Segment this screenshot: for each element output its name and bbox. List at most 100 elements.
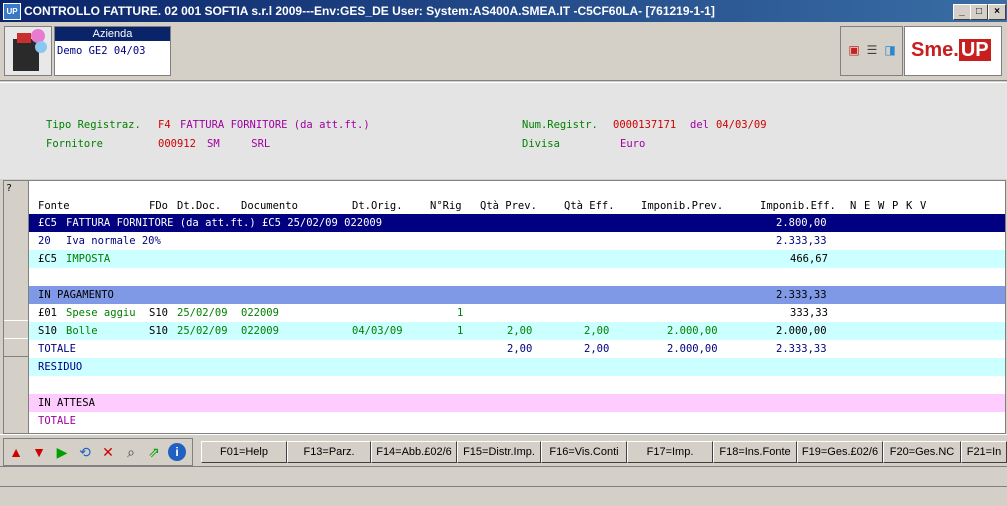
fkey-f01-button[interactable]: F01=Help (201, 441, 287, 463)
col-nrig[interactable]: N°Rig (430, 200, 462, 212)
table-row[interactable] (29, 268, 1005, 286)
cell-imponib-eff: 2.333,33 (776, 289, 827, 301)
table-row[interactable]: £C5 IMPOSTA 466,67 (29, 250, 1005, 268)
table-row[interactable] (29, 376, 1005, 394)
del-value: 04/03/09 (716, 119, 767, 131)
refresh-icon[interactable]: ⟲ (76, 443, 94, 461)
arrow-up-icon[interactable]: ▲ (7, 443, 25, 461)
fkey-f16-button[interactable]: F16=Vis.Conti (541, 441, 627, 463)
book-icon[interactable]: ◨ (883, 43, 897, 57)
fkey-f17-button[interactable]: F17=Imp. (627, 441, 713, 463)
palette-icon[interactable]: ▣ (847, 43, 861, 57)
tipo-registraz-code: F4 (158, 119, 171, 131)
fkey-f15-button[interactable]: F15=Distr.Imp. (457, 441, 541, 463)
table-row[interactable]: 20 Iva normale 20% 2.333,33 (29, 232, 1005, 250)
cell-fdo: S10 (149, 325, 168, 337)
col-n[interactable]: N (850, 200, 856, 212)
cell-fonte: £C5 (38, 253, 57, 265)
cell-nrig: 1 (457, 325, 464, 337)
play-icon[interactable]: ▶ (53, 443, 71, 461)
table-row[interactable]: IN ATTESA (29, 394, 1005, 412)
fkey-f19-button[interactable]: F19=Ges.£02/6 (797, 441, 883, 463)
num-registr-label: Num.Registr. (522, 119, 598, 131)
cell-dtdoc: 25/02/09 (177, 325, 228, 337)
num-registr-value: 0000137171 (613, 119, 677, 131)
export-icon[interactable]: ⇗ (145, 443, 163, 461)
cell-fonte: IN PAGAMENTO (38, 289, 114, 301)
table-row[interactable]: £C5 FATTURA FORNITORE (da att.ft.) £C5 2… (29, 214, 1005, 232)
col-dtdoc[interactable]: Dt.Doc. (177, 200, 221, 212)
col-fonte[interactable]: Fonte (38, 200, 70, 212)
search-icon[interactable]: ⌕ (122, 443, 140, 461)
table-row[interactable]: S10 Bolle S10 25/02/09 022009 04/03/09 1… (29, 322, 1005, 340)
cell-imponib-eff: 2.800,00 (776, 217, 827, 229)
info-icon[interactable]: i (168, 443, 186, 461)
row-selector[interactable] (4, 338, 28, 357)
table-row[interactable]: RESIDUO (29, 358, 1005, 376)
azienda-panel: Azienda Demo GE2 04/03 (54, 26, 171, 76)
fkey-f13-button[interactable]: F13=Parz. (287, 441, 371, 463)
close-button[interactable]: × (988, 4, 1006, 20)
cell-qta-prev: 2,00 (507, 325, 533, 337)
col-imponib-prev[interactable]: Imponib.Prev. (641, 200, 723, 212)
cell-imponib-prev: 2.000,00 (667, 343, 718, 355)
col-imponib-eff[interactable]: Imponib.Eff. (760, 200, 836, 212)
col-w[interactable]: W (878, 200, 884, 212)
smeup-logo: Sme. UP (904, 26, 1002, 76)
col-fdo[interactable]: FDo (149, 200, 168, 212)
cell-nrig: 1 (457, 307, 464, 319)
fkey-f18-button[interactable]: F18=Ins.Fonte (713, 441, 797, 463)
divisa-label: Divisa (522, 138, 560, 150)
col-documento[interactable]: Documento (241, 200, 298, 212)
tipo-registraz-desc: FATTURA FORNITORE (da att.ft.) (180, 119, 370, 131)
maximize-button[interactable]: □ (970, 4, 988, 20)
fornitore-code: 000912 (158, 138, 196, 150)
cell-desc: IMPOSTA (66, 253, 111, 265)
cell-fonte: S10 (38, 325, 57, 337)
fkey-f14-button[interactable]: F14=Abb.£02/6 (371, 441, 457, 463)
header-band: Azienda Demo GE2 04/03 ▣ ☰ ◨ Sme. UP (0, 22, 1007, 81)
col-dtorig[interactable]: Dt.Orig. (352, 200, 403, 212)
cell-documento: 022009 (241, 325, 279, 337)
col-qta-prev[interactable]: Qtà Prev. (480, 200, 537, 212)
document-info-panel: Tipo Registraz. F4 FATTURA FORNITORE (da… (0, 82, 1007, 179)
list-icon[interactable]: ☰ (865, 43, 879, 57)
status-bar-secondary (0, 486, 1007, 506)
cell-desc: Bolle (66, 325, 98, 337)
documents-grid: ? Fonte FDo Dt.Doc. Documento Dt.Orig. N… (3, 180, 1006, 434)
fkey-f21-button[interactable]: F21=In (961, 441, 1007, 463)
row-selector[interactable] (4, 320, 28, 339)
nav-buttons: ▲ ▼ ▶ ⟲ ✕ ⌕ ⇗ i (3, 438, 193, 466)
cell-documento: 022009 (241, 307, 279, 319)
arrow-down-icon[interactable]: ▼ (30, 443, 48, 461)
table-row[interactable]: £01 Spese aggiu S10 25/02/09 022009 1 33… (29, 304, 1005, 322)
row-header-column: ? (4, 181, 29, 433)
cell-desc: FATTURA FORNITORE (da att.ft.) £C5 25/02… (66, 217, 383, 229)
table-row[interactable]: TOTALE 2,00 2,00 2.000,00 2.333,33 (29, 340, 1005, 358)
cell-desc: Spese aggiu (66, 307, 136, 319)
grid-corner[interactable]: ? (6, 183, 12, 194)
table-row[interactable]: IN PAGAMENTO 2.333,33 (29, 286, 1005, 304)
col-qta-eff[interactable]: Qtà Eff. (564, 200, 615, 212)
table-row[interactable]: TOTALE (29, 412, 1005, 430)
logo-up: UP (958, 39, 991, 61)
col-v[interactable]: V (920, 200, 926, 212)
cell-qta-eff: 2,00 (584, 343, 610, 355)
column-header: Fonte FDo Dt.Doc. Documento Dt.Orig. N°R… (29, 198, 1005, 215)
col-p[interactable]: P (892, 200, 898, 212)
cell-fonte: 20 (38, 235, 51, 247)
cell-imponib-prev: 2.000,00 (667, 325, 718, 337)
cell-qta-prev: 2,00 (507, 343, 533, 355)
col-k[interactable]: K (906, 200, 912, 212)
minimize-button[interactable]: _ (953, 4, 971, 20)
cell-fonte: TOTALE (38, 343, 76, 355)
fkey-f20-button[interactable]: F20=Ges.NC (883, 441, 961, 463)
fornitore-label: Fornitore (46, 138, 103, 150)
delete-icon[interactable]: ✕ (99, 443, 117, 461)
app-icon: UP (3, 3, 21, 20)
col-e[interactable]: E (864, 200, 870, 212)
cell-imponib-eff: 2.333,33 (776, 235, 827, 247)
tools-panel: ▣ ☰ ◨ (840, 26, 903, 76)
printer-icon[interactable] (4, 26, 52, 76)
cell-qta-eff: 2,00 (584, 325, 610, 337)
